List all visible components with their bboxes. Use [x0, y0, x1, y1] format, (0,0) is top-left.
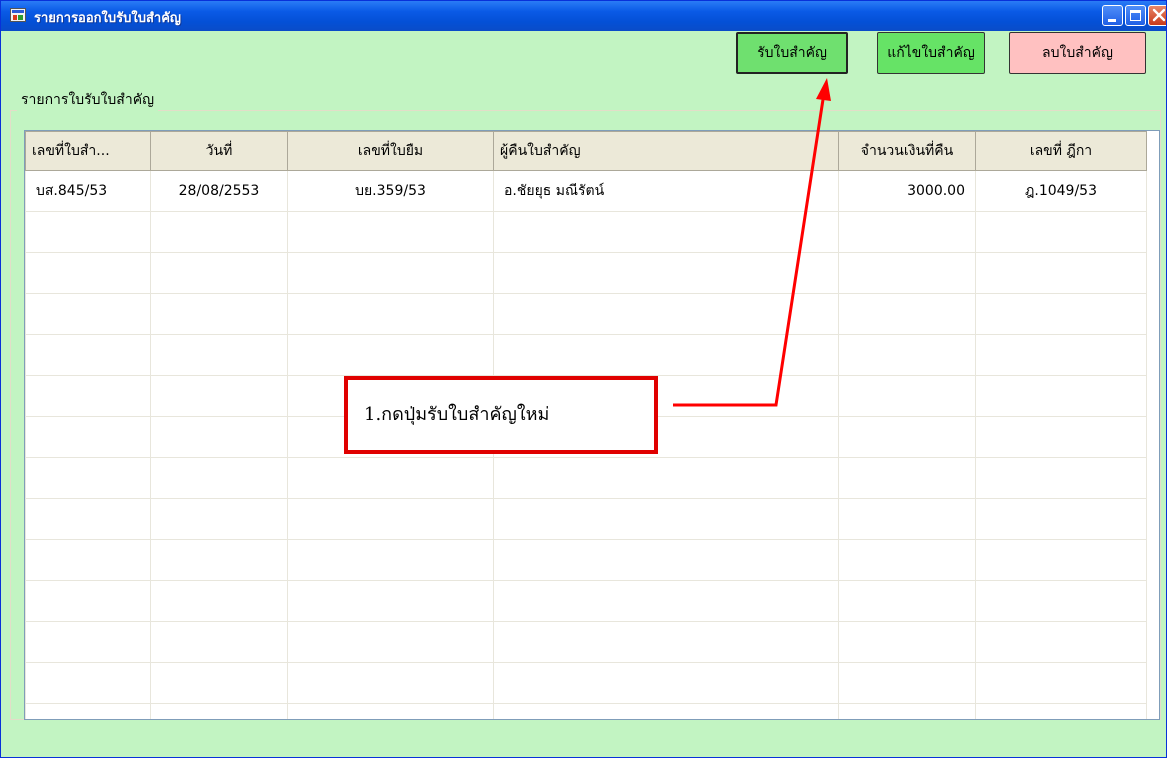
app-window: รายการออกใบรับใบสำคัญ รับใบสำคัญ แก้ไขใบ…: [0, 0, 1167, 758]
annotation-callout: 1.กดปุ่มรับใบสำคัญใหม่: [344, 376, 658, 454]
